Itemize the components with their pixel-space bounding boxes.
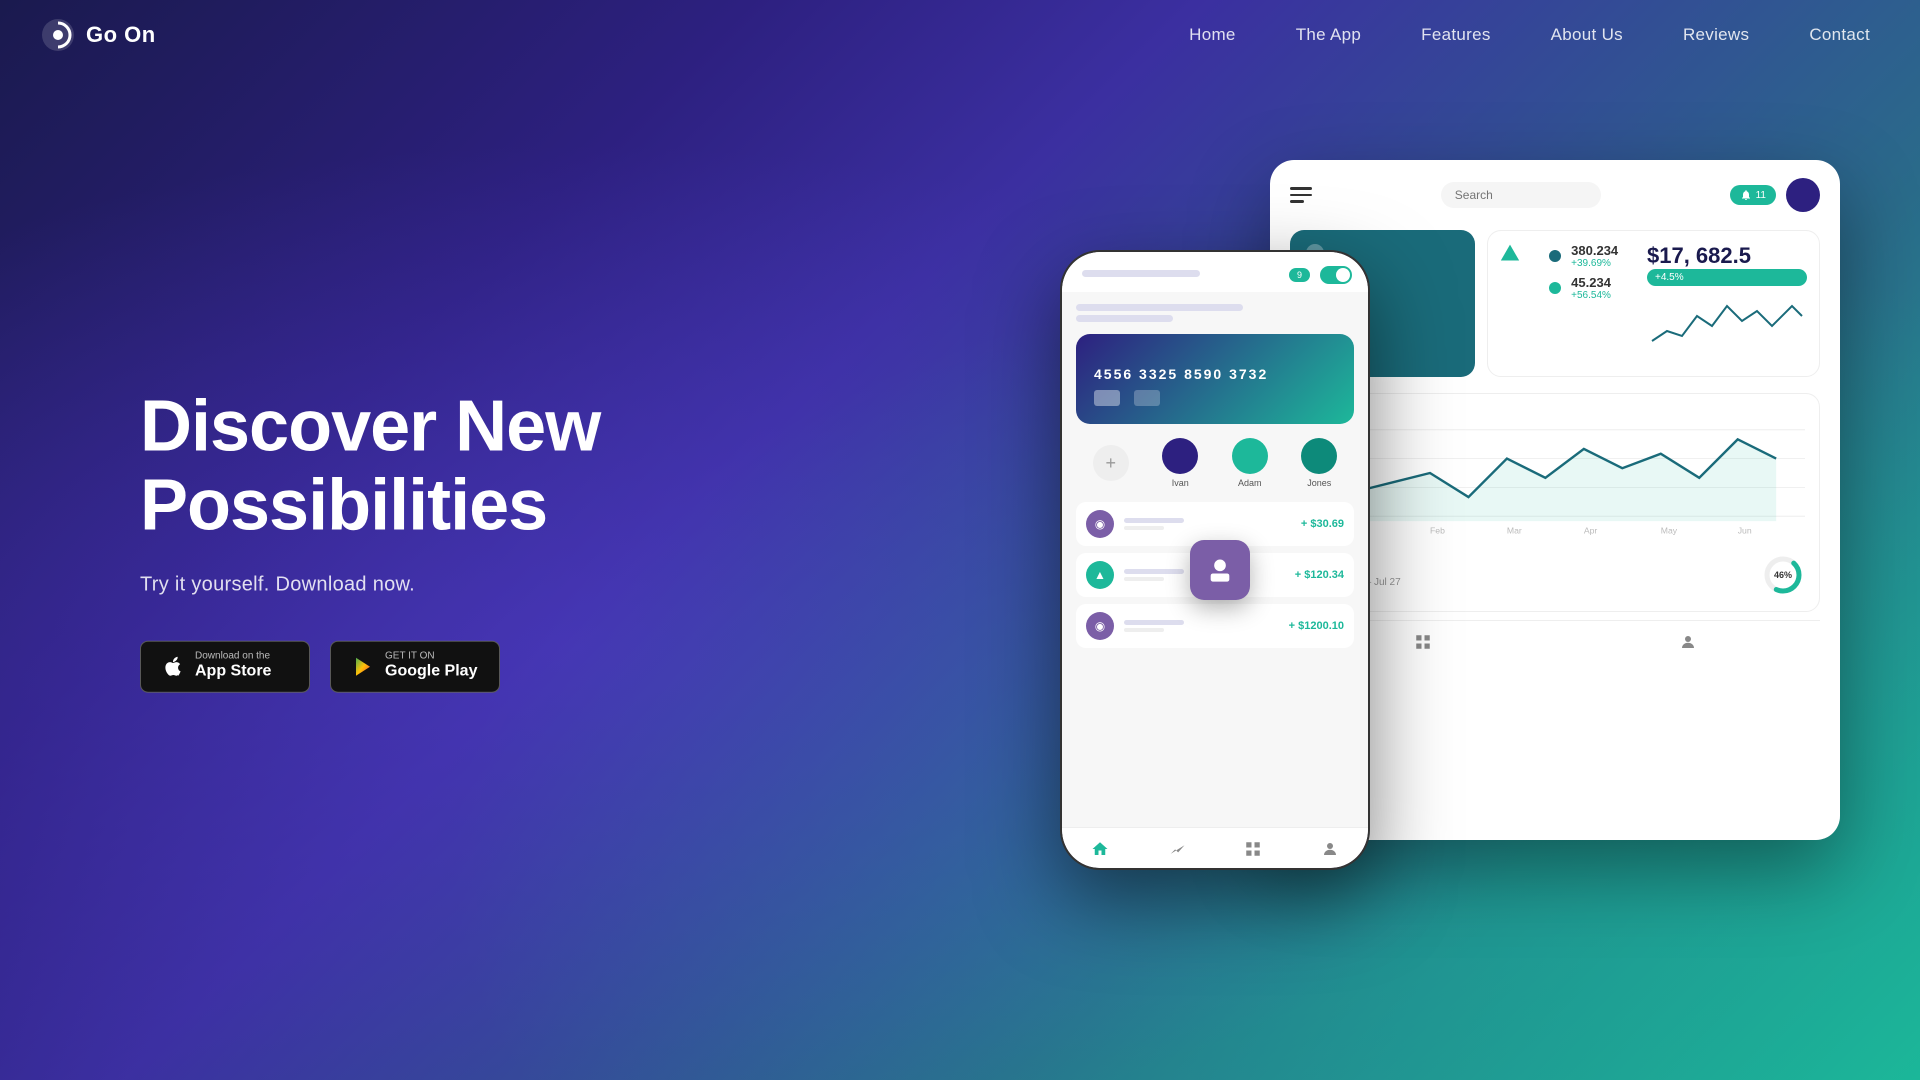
- earnings-section: Earnings Jun 27, 2021 – Jul 27 46%: [1305, 553, 1805, 597]
- googleplay-label-bottom: Google Play: [385, 662, 477, 681]
- float-card-icon: [1206, 556, 1234, 584]
- hamburger-icon: [1290, 187, 1312, 203]
- svg-text:May: May: [1661, 526, 1678, 536]
- contact-ivan[interactable]: Ivan: [1162, 438, 1198, 488]
- stat-dot-1: [1549, 250, 1561, 262]
- user-avatar[interactable]: [1786, 178, 1820, 212]
- logo-icon: [40, 17, 76, 53]
- tx-amount-2: + $120.34: [1295, 569, 1344, 581]
- float-card: [1190, 540, 1250, 600]
- tablet-nav-user[interactable]: [1677, 631, 1699, 653]
- tx-amount-3: + $1200.10: [1289, 620, 1344, 632]
- contact-jones[interactable]: Jones: [1301, 438, 1337, 488]
- transaction-item-3: ◉ + $1200.10: [1076, 604, 1354, 648]
- phone-nav-chart[interactable]: [1166, 838, 1188, 860]
- phone-nav-grid[interactable]: [1242, 838, 1264, 860]
- phone-toggle[interactable]: [1320, 266, 1352, 284]
- nav-reviews[interactable]: Reviews: [1683, 25, 1749, 44]
- card-chip-1: [1094, 390, 1120, 406]
- nav-home[interactable]: Home: [1189, 25, 1236, 44]
- hero-content: Discover New Possibilities Try it yourse…: [140, 388, 600, 693]
- avatar-adam: [1232, 438, 1268, 474]
- nav-the-app[interactable]: The App: [1296, 25, 1361, 44]
- svg-text:Mar: Mar: [1507, 526, 1522, 536]
- hero-section: Go On Home The App Features About Us Rev…: [0, 0, 1920, 1080]
- tx-icon-2: ▲: [1086, 561, 1114, 589]
- navbar: Go On Home The App Features About Us Rev…: [0, 0, 1920, 70]
- appstore-button[interactable]: Download on the App Store: [140, 641, 310, 692]
- tablet-actions: 11: [1730, 178, 1820, 212]
- tx-icon-3: ◉: [1086, 612, 1114, 640]
- big-value-card: 380.234 +39.69% 45.234: [1500, 243, 1807, 356]
- brand-name: Go On: [86, 22, 156, 48]
- card-chip-2: [1134, 390, 1160, 406]
- card-number: 4556 3325 8590 3732: [1094, 366, 1336, 382]
- tx-icon-1: ◉: [1086, 510, 1114, 538]
- phone-nav-user[interactable]: [1319, 838, 1341, 860]
- nav-links: Home The App Features About Us Reviews C…: [1189, 25, 1870, 45]
- stat-item-1: 380.234 +39.69%: [1549, 243, 1618, 269]
- play-icon: [351, 655, 375, 679]
- bell-icon: [1740, 189, 1752, 201]
- avatar-ivan: [1162, 438, 1198, 474]
- contact-add: +: [1093, 445, 1129, 481]
- download-buttons: Download on the App Store: [140, 641, 600, 692]
- credit-card: 4556 3325 8590 3732: [1076, 334, 1354, 424]
- phone-loader-3: [1076, 315, 1173, 322]
- area-chart: 29 28 27 26 Jan Feb Mar Apr May Jun: [1305, 408, 1805, 538]
- notification-badge[interactable]: 11: [1730, 185, 1776, 205]
- hero-title: Discover New Possibilities: [140, 388, 600, 546]
- tablet-search[interactable]: [1441, 182, 1601, 208]
- phone-loader-2: [1076, 304, 1243, 311]
- apple-icon: [161, 655, 185, 679]
- stat-item-2: 45.234 +56.54%: [1549, 275, 1618, 301]
- big-value: $17, 682.5: [1647, 243, 1807, 269]
- contacts-row: + Ivan Adam Jones: [1076, 438, 1354, 488]
- contact-item-plus[interactable]: +: [1093, 445, 1129, 481]
- hero-subtitle: Try it yourself. Download now.: [140, 574, 600, 597]
- googleplay-label-top: GET IT ON: [385, 652, 477, 662]
- nav-features[interactable]: Features: [1421, 25, 1491, 44]
- earnings-donut: 46%: [1761, 553, 1805, 597]
- phone-nav-home[interactable]: [1089, 838, 1111, 860]
- appstore-label-bottom: App Store: [195, 662, 271, 681]
- phone-loader-1: [1082, 270, 1200, 277]
- sparkline: [1647, 286, 1807, 356]
- svg-text:Apr: Apr: [1584, 526, 1598, 536]
- tx-amount-1: + $30.69: [1301, 518, 1344, 530]
- mockup-area: 11 1.9678 +12.5%: [1060, 100, 1840, 970]
- phone-topbar: 9: [1062, 252, 1368, 292]
- phone-badge: 9: [1289, 268, 1310, 282]
- stat-dot-2: [1549, 282, 1561, 294]
- googleplay-button[interactable]: GET IT ON Google Play: [330, 641, 500, 692]
- phone-bottom-nav: [1062, 827, 1368, 868]
- svg-text:Feb: Feb: [1430, 526, 1445, 536]
- appstore-label-top: Download on the: [195, 652, 271, 662]
- tablet-topbar: 11: [1290, 178, 1820, 212]
- svg-text:Jun: Jun: [1738, 526, 1752, 536]
- nav-about-us[interactable]: About Us: [1551, 25, 1623, 44]
- trend-icon: [1500, 243, 1520, 263]
- brand-logo[interactable]: Go On: [40, 17, 156, 53]
- nav-contact[interactable]: Contact: [1809, 25, 1870, 44]
- contact-adam[interactable]: Adam: [1232, 438, 1268, 488]
- tablet-nav-grid[interactable]: [1412, 631, 1434, 653]
- avatar-jones: [1301, 438, 1337, 474]
- big-badge: +4.5%: [1647, 269, 1807, 286]
